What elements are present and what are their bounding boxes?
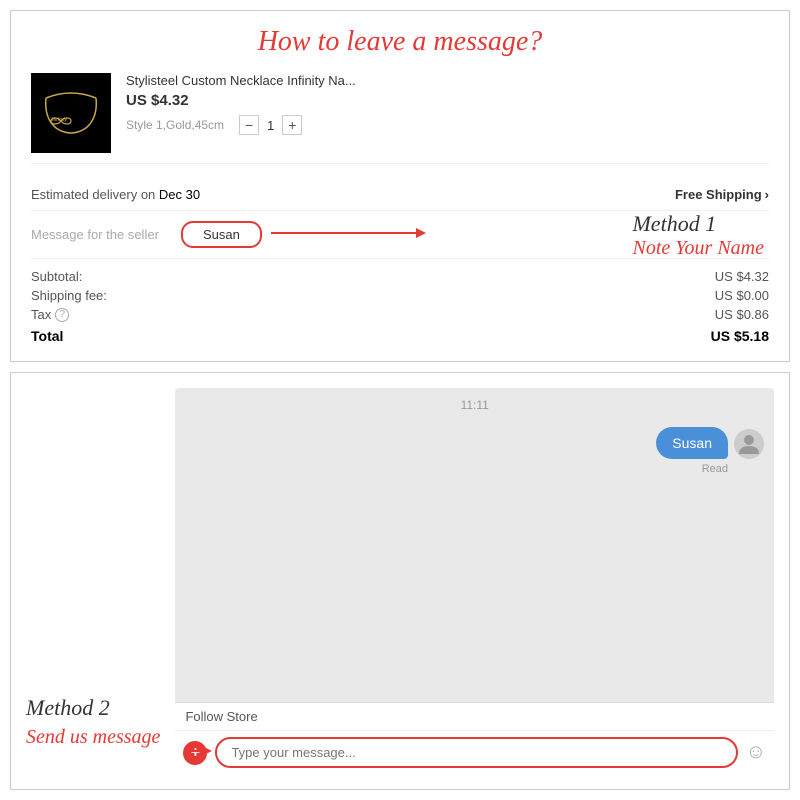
product-image: Melody <box>31 73 111 153</box>
shipping-label: Shipping fee: <box>31 288 107 303</box>
total-value: US $5.18 <box>711 328 769 344</box>
follow-store-row: Follow Store <box>175 703 774 731</box>
message-label: Message for the seller <box>31 227 181 242</box>
shipping-row: Shipping fee: US $0.00 <box>31 286 769 305</box>
tax-value: US $0.86 <box>715 307 769 322</box>
chat-read-label: Read <box>702 463 728 475</box>
follow-store-label[interactable]: Follow Store <box>185 709 257 724</box>
method1-sublabel: Note Your Name <box>632 237 764 260</box>
emoji-button[interactable]: ☺ <box>746 741 766 764</box>
message-input[interactable]: Susan <box>181 221 262 248</box>
shipping-value: US $0.00 <box>715 288 769 303</box>
free-shipping[interactable]: Free Shipping › <box>675 187 769 202</box>
svg-text:Melody: Melody <box>51 117 68 123</box>
method1-arrow <box>271 223 431 243</box>
chat-message-input[interactable] <box>215 737 737 768</box>
delivery-row: Estimated delivery on Dec 30 Free Shippi… <box>31 179 769 211</box>
main-container: How to leave a message? Melody Stylistee… <box>0 0 800 800</box>
subtotal-value: US $4.32 <box>715 269 769 284</box>
subtotal-row: Subtotal: US $4.32 <box>31 267 769 286</box>
qty-plus-button[interactable]: + <box>282 115 302 135</box>
chat-bubble-row: Susan <box>656 427 764 459</box>
total-row: Total US $5.18 <box>31 324 769 346</box>
tax-label: Tax ? <box>31 307 69 322</box>
method2-label: Method 2 Send us message <box>11 373 175 789</box>
method2-sublabel: Send us message <box>26 726 160 749</box>
chat-avatar <box>734 429 764 459</box>
chat-time: 11:11 <box>175 388 774 422</box>
product-name: Stylisteel Custom Necklace Infinity Na..… <box>126 73 769 88</box>
product-info: Stylisteel Custom Necklace Infinity Na..… <box>126 73 769 135</box>
method1-title: Method 1 <box>632 211 764 237</box>
method1-overlay: Method 1 Note Your Name <box>632 211 764 260</box>
method2-title: Method 2 <box>26 695 160 721</box>
tax-info-icon[interactable]: ? <box>55 308 69 322</box>
total-label: Total <box>31 328 63 344</box>
subtotal-label: Subtotal: <box>31 269 82 284</box>
totals-section: Subtotal: US $4.32 Shipping fee: US $0.0… <box>31 259 769 346</box>
attach-button[interactable]: + <box>183 741 207 765</box>
chat-input-row: + ☺ <box>175 731 774 774</box>
tax-row: Tax ? US $0.86 <box>31 305 769 324</box>
chat-messages: Susan Read <box>175 422 774 702</box>
product-row: Melody Stylisteel Custom Necklace Infini… <box>31 73 769 164</box>
variant-text: Style 1,Gold,45cm <box>126 118 224 132</box>
bottom-section: Method 2 Send us message 11:11 Susan <box>10 372 790 790</box>
chat-bubble: Susan <box>656 427 728 459</box>
delivery-date: Dec 30 <box>159 187 200 202</box>
top-section: How to leave a message? Melody Stylistee… <box>10 10 790 362</box>
qty-value: 1 <box>267 118 274 133</box>
product-variant: Style 1,Gold,45cm − 1 + <box>126 115 769 135</box>
page-title: How to leave a message? <box>31 26 769 58</box>
qty-minus-button[interactable]: − <box>239 115 259 135</box>
product-image-svg: Melody <box>36 83 106 143</box>
product-price: US $4.32 <box>126 92 769 109</box>
quantity-control: − 1 + <box>239 115 302 135</box>
avatar-icon <box>737 432 761 456</box>
chevron-right-icon: › <box>765 187 769 202</box>
chat-footer: Follow Store + ☺ <box>175 702 774 774</box>
chat-panel: 11:11 Susan Read Follow Store <box>175 388 774 774</box>
delivery-label: Estimated delivery on Dec 30 <box>31 187 200 202</box>
